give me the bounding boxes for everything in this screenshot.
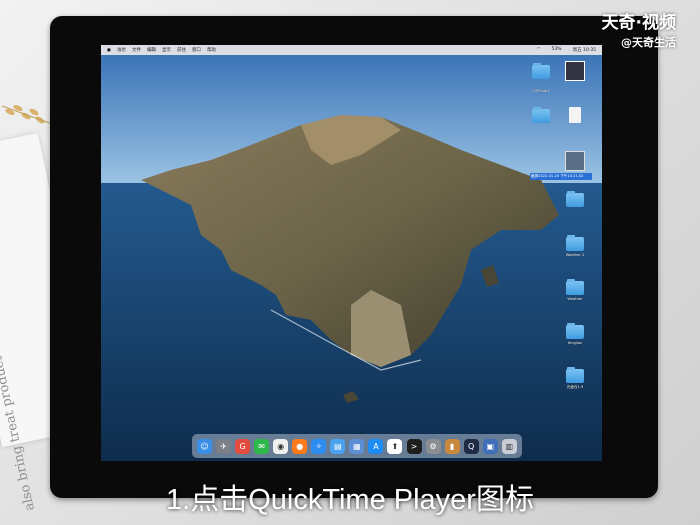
app-icon-red[interactable]: G bbox=[235, 438, 251, 454]
desktop-item[interactable]: Weather 2 bbox=[562, 235, 588, 257]
safari-icon[interactable]: ✧ bbox=[311, 438, 327, 454]
caption: 1.点击QuickTime Player图标 bbox=[166, 484, 534, 516]
folder-icon bbox=[566, 367, 584, 383]
folder-icon bbox=[532, 107, 550, 123]
folder-icon bbox=[566, 279, 584, 295]
preview-icon[interactable]: ▣ bbox=[482, 438, 498, 454]
folder-icon bbox=[566, 323, 584, 339]
menu-item-view[interactable]: 显示 bbox=[162, 47, 171, 53]
watermark-subtitle: @天奇生活 bbox=[621, 36, 676, 49]
upload-icon[interactable]: ⬆ bbox=[387, 438, 403, 454]
desktop-item-label-selected[interactable]: 截屏2022-01-20 下午10.21.02 bbox=[530, 173, 592, 180]
desktop-item[interactable]: CSPrism1 bbox=[528, 87, 554, 93]
folder-icon bbox=[532, 63, 550, 79]
folder-icon bbox=[566, 235, 584, 251]
wifi-icon[interactable]: ◠ bbox=[537, 47, 541, 53]
menu-item-edit[interactable]: 编辑 bbox=[147, 47, 156, 53]
dock: ☺ ✈ G ✉ ◉ ● ✧ ▤ ▦ A ⬆ > ⚙ ▮ Q ▣ ▥ bbox=[192, 434, 522, 458]
terminal-icon[interactable]: > bbox=[406, 438, 422, 454]
settings-icon[interactable]: ⚙ bbox=[425, 438, 441, 454]
quicktime-icon[interactable]: Q bbox=[463, 438, 479, 454]
desktop-item[interactable] bbox=[562, 191, 588, 209]
files-icon[interactable]: ▤ bbox=[330, 438, 346, 454]
menu-item-help[interactable]: 帮助 bbox=[207, 47, 216, 53]
desktop-item[interactable] bbox=[528, 107, 554, 125]
file-icon bbox=[569, 107, 581, 123]
desktop-item[interactable] bbox=[528, 63, 554, 81]
status-area: ◠ 53% 周五 10:35 bbox=[531, 47, 596, 53]
appstore-icon[interactable]: A bbox=[368, 438, 384, 454]
menu-clock[interactable]: 周五 10:35 bbox=[573, 47, 596, 53]
chrome-icon[interactable]: ◉ bbox=[273, 438, 289, 454]
desktop-item[interactable]: 光盘仓1.9 bbox=[562, 367, 588, 390]
book-icon[interactable]: ▮ bbox=[444, 438, 460, 454]
watermark-title: 天奇·视频 bbox=[601, 13, 676, 33]
menu-item-window[interactable]: 窗口 bbox=[192, 47, 201, 53]
menu-item-file[interactable]: 文件 bbox=[132, 47, 141, 53]
launchpad-icon[interactable]: ✈ bbox=[216, 438, 232, 454]
menu-item-finder[interactable]: 访达 bbox=[117, 47, 126, 53]
trash-icon[interactable]: ▥ bbox=[501, 438, 517, 454]
watermark: 天奇·视频 @天奇生活 bbox=[602, 14, 676, 52]
screenshot-icon bbox=[565, 151, 585, 171]
finder-icon[interactable]: ☺ bbox=[197, 438, 213, 454]
apple-icon[interactable]: ● bbox=[107, 48, 111, 53]
desktop-item[interactable] bbox=[562, 107, 588, 125]
desktop-item[interactable] bbox=[562, 151, 588, 171]
desktop-item[interactable]: fengjian bbox=[562, 323, 588, 345]
menu-item-go[interactable]: 前往 bbox=[177, 47, 186, 53]
desktop-item[interactable] bbox=[562, 61, 588, 83]
mac-screen: ● 访达 文件 编辑 显示 前往 窗口 帮助 ◠ 53% 周五 10:35 CS… bbox=[101, 45, 602, 461]
stack-icon[interactable]: ▦ bbox=[349, 438, 365, 454]
firefox-icon[interactable]: ● bbox=[292, 438, 308, 454]
desktop-item[interactable]: Weather bbox=[562, 279, 588, 301]
wechat-icon[interactable]: ✉ bbox=[254, 438, 270, 454]
battery-level[interactable]: 53% bbox=[552, 47, 562, 53]
desktop-wallpaper bbox=[101, 55, 602, 461]
image-thumbnail-icon bbox=[565, 61, 585, 81]
folder-icon bbox=[566, 191, 584, 207]
menu-bar: ● 访达 文件 编辑 显示 前往 窗口 帮助 ◠ 53% 周五 10:35 bbox=[101, 45, 602, 55]
